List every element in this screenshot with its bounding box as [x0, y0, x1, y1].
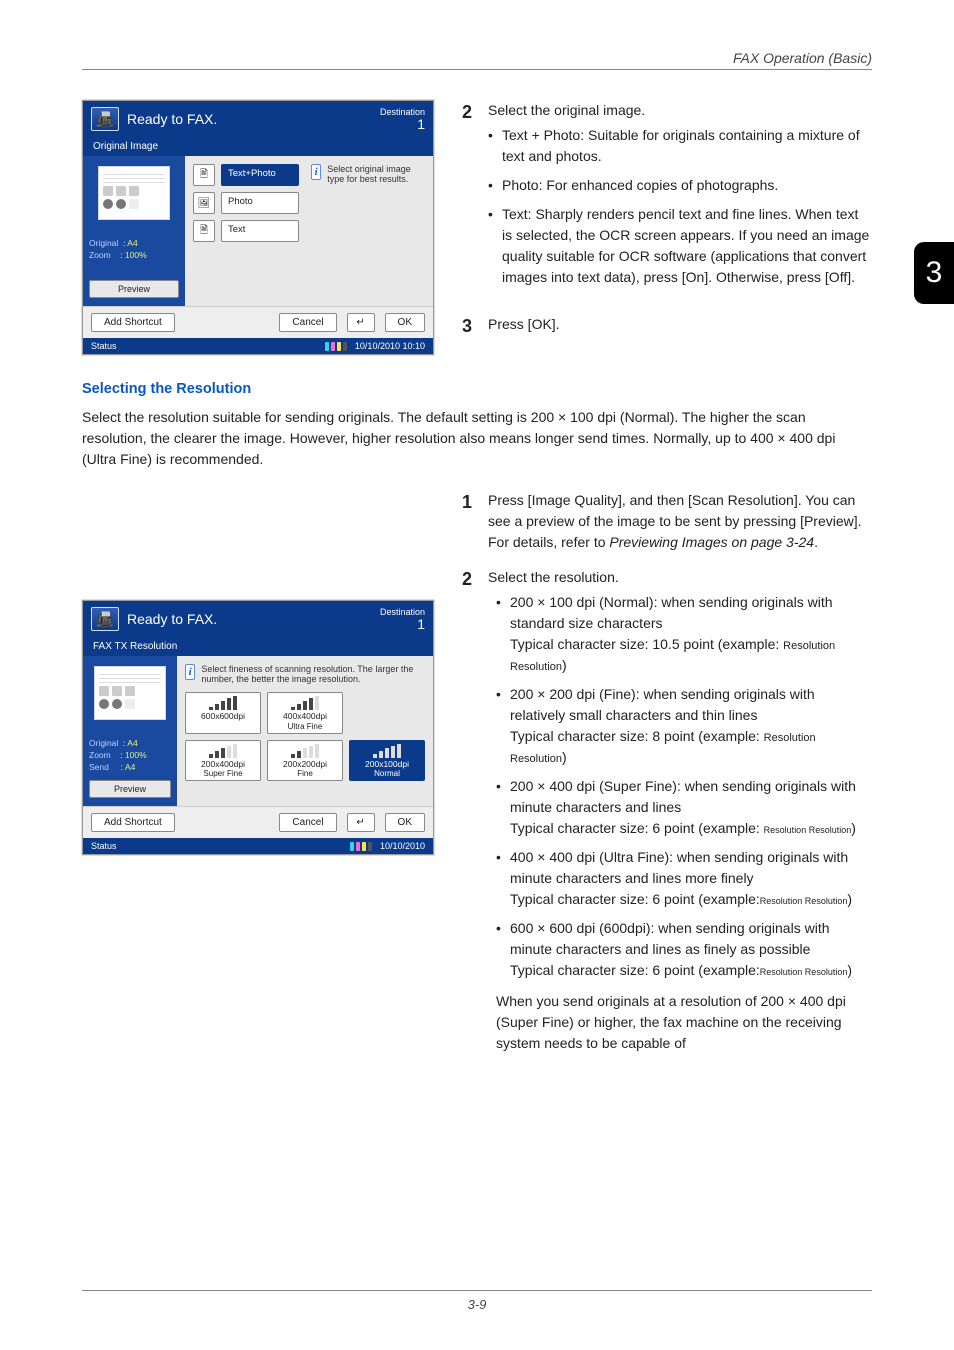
panel2-preview-column: Original : A4 Zoom : 100% Send : A4 Prev… — [83, 656, 177, 806]
panel2-hint: i Select fineness of scanning resolution… — [185, 664, 425, 684]
res-200x400[interactable]: 200x400dpi Super Fine — [185, 740, 261, 782]
panel-fax-tx-resolution: 📠 Ready to FAX. Destination 1 FAX TX Res… — [82, 600, 434, 855]
text-icon: 🗎 — [193, 220, 215, 242]
step2-res-text: Select the resolution. — [488, 567, 872, 588]
option-photo[interactable]: Photo — [221, 192, 299, 214]
cancel-button[interactable]: Cancel — [279, 813, 336, 832]
res-200x100-selected[interactable]: 200x100dpi Normal — [349, 740, 425, 782]
chapter-tab: 3 — [914, 242, 954, 304]
image-type-list: Text + Photo: Suitable for originals con… — [488, 125, 872, 288]
step-2-resolution: 2 Select the resolution. 200 × 100 dpi (… — [462, 567, 872, 1054]
toner-icon — [325, 342, 347, 351]
list-item: 200 × 200 dpi (Fine): when sending origi… — [496, 684, 872, 768]
resolution-list: 200 × 100 dpi (Normal): when sending ori… — [496, 592, 872, 981]
list-item: Text: Sharply renders pencil text and fi… — [488, 204, 872, 288]
preview-thumb — [94, 666, 166, 720]
preview-button[interactable]: Preview — [89, 280, 179, 298]
header-rule — [82, 69, 872, 70]
panel2-main: i Select fineness of scanning resolution… — [177, 656, 433, 806]
res-400x400[interactable]: 400x400dpi Ultra Fine — [267, 692, 343, 734]
fax-icon: 📠 — [91, 107, 119, 131]
step3-text: Press [OK]. — [488, 314, 872, 339]
enter-icon[interactable]: ↵ — [347, 813, 375, 832]
subheading-selecting-resolution: Selecting the Resolution — [82, 381, 872, 397]
step1-reference-link[interactable]: Previewing Images on page 3-24 — [609, 534, 814, 550]
textphoto-icon: 🖹 — [193, 164, 215, 186]
panel1-button-bar: Add Shortcut Cancel ↵ OK — [83, 306, 433, 338]
panel1-preview-column: Original : A4 Zoom : 100% Preview — [83, 156, 185, 306]
panel1-title: Ready to FAX. — [127, 111, 217, 127]
step-1-resolution: 1 Press [Image Quality], and then [Scan … — [462, 490, 872, 553]
photo-icon: 🖼 — [193, 192, 215, 214]
status-label[interactable]: Status — [91, 841, 117, 851]
res-600x600[interactable]: 600x600dpi — [185, 692, 261, 734]
step2-text: Select the original image. — [488, 100, 872, 121]
panel1-main: 🖹 Text+Photo 🖼 Photo 🗎 Text — [185, 156, 433, 306]
option-text-photo[interactable]: Text+Photo — [221, 164, 299, 186]
resolution-note: When you send originals at a resolution … — [496, 991, 872, 1054]
page-root: FAX Operation (Basic) 3 📠 Ready to FAX. … — [0, 0, 954, 1350]
fax-icon: 📠 — [91, 607, 119, 631]
option-text[interactable]: Text — [221, 220, 299, 242]
destination-counter: Destination 1 — [380, 607, 425, 631]
status-datetime: 10/10/2010 — [380, 841, 425, 851]
ok-button[interactable]: OK — [385, 813, 425, 832]
panel2-button-bar: Add Shortcut Cancel ↵ OK — [83, 806, 433, 838]
panel1-hint: i Select original image type for best re… — [311, 164, 425, 248]
empty-cell — [349, 692, 425, 734]
add-shortcut-button[interactable]: Add Shortcut — [91, 813, 175, 832]
step-2: 2 Select the original image. Text + Phot… — [462, 100, 872, 296]
res-200x200[interactable]: 200x200dpi Fine — [267, 740, 343, 782]
status-label[interactable]: Status — [91, 341, 117, 351]
ok-button[interactable]: OK — [385, 313, 425, 332]
page-footer: 3-9 — [82, 1290, 872, 1312]
info-icon: i — [185, 664, 195, 680]
panel-original-image: 📠 Ready to FAX. Destination 1 Original I… — [82, 100, 434, 355]
intro-paragraph: Select the resolution suitable for sendi… — [82, 407, 872, 470]
list-item: Photo: For enhanced copies of photograph… — [488, 175, 872, 196]
list-item: Text + Photo: Suitable for originals con… — [488, 125, 872, 167]
panel2-title: Ready to FAX. — [127, 611, 217, 627]
panel1-tab: Original Image — [83, 137, 433, 156]
list-item: 200 × 100 dpi (Normal): when sending ori… — [496, 592, 872, 676]
destination-counter: Destination 1 — [380, 107, 425, 131]
preview-thumb — [98, 166, 170, 220]
enter-icon[interactable]: ↵ — [347, 313, 375, 332]
add-shortcut-button[interactable]: Add Shortcut — [91, 313, 175, 332]
info-icon: i — [311, 164, 321, 180]
page-number: 3-9 — [82, 1297, 872, 1312]
header-section: FAX Operation (Basic) — [82, 50, 872, 66]
step-3: 3 Press [OK]. — [462, 314, 872, 339]
panel2-titlebar: 📠 Ready to FAX. Destination 1 — [83, 601, 433, 637]
panel1-meta: Original : A4 Zoom : 100% — [89, 238, 179, 274]
panel2-tab: FAX TX Resolution — [83, 637, 433, 656]
panel1-status-bar: Status 10/10/2010 10:10 — [83, 338, 433, 354]
list-item: 400 × 400 dpi (Ultra Fine): when sending… — [496, 847, 872, 910]
destination-value: 1 — [380, 617, 425, 631]
status-datetime: 10/10/2010 10:10 — [355, 341, 425, 351]
list-item: 200 × 400 dpi (Super Fine): when sending… — [496, 776, 872, 839]
cancel-button[interactable]: Cancel — [279, 313, 336, 332]
panel2-status-bar: Status 10/10/2010 — [83, 838, 433, 854]
preview-button[interactable]: Preview — [89, 780, 171, 798]
list-item: 600 × 600 dpi (600dpi): when sending ori… — [496, 918, 872, 981]
panel1-titlebar: 📠 Ready to FAX. Destination 1 — [83, 101, 433, 137]
panel2-meta: Original : A4 Zoom : 100% Send : A4 — [89, 738, 171, 774]
toner-icon — [350, 842, 372, 851]
resolution-grid: 600x600dpi 400x400dpi Ultra Fine — [185, 692, 425, 781]
destination-value: 1 — [380, 117, 425, 131]
